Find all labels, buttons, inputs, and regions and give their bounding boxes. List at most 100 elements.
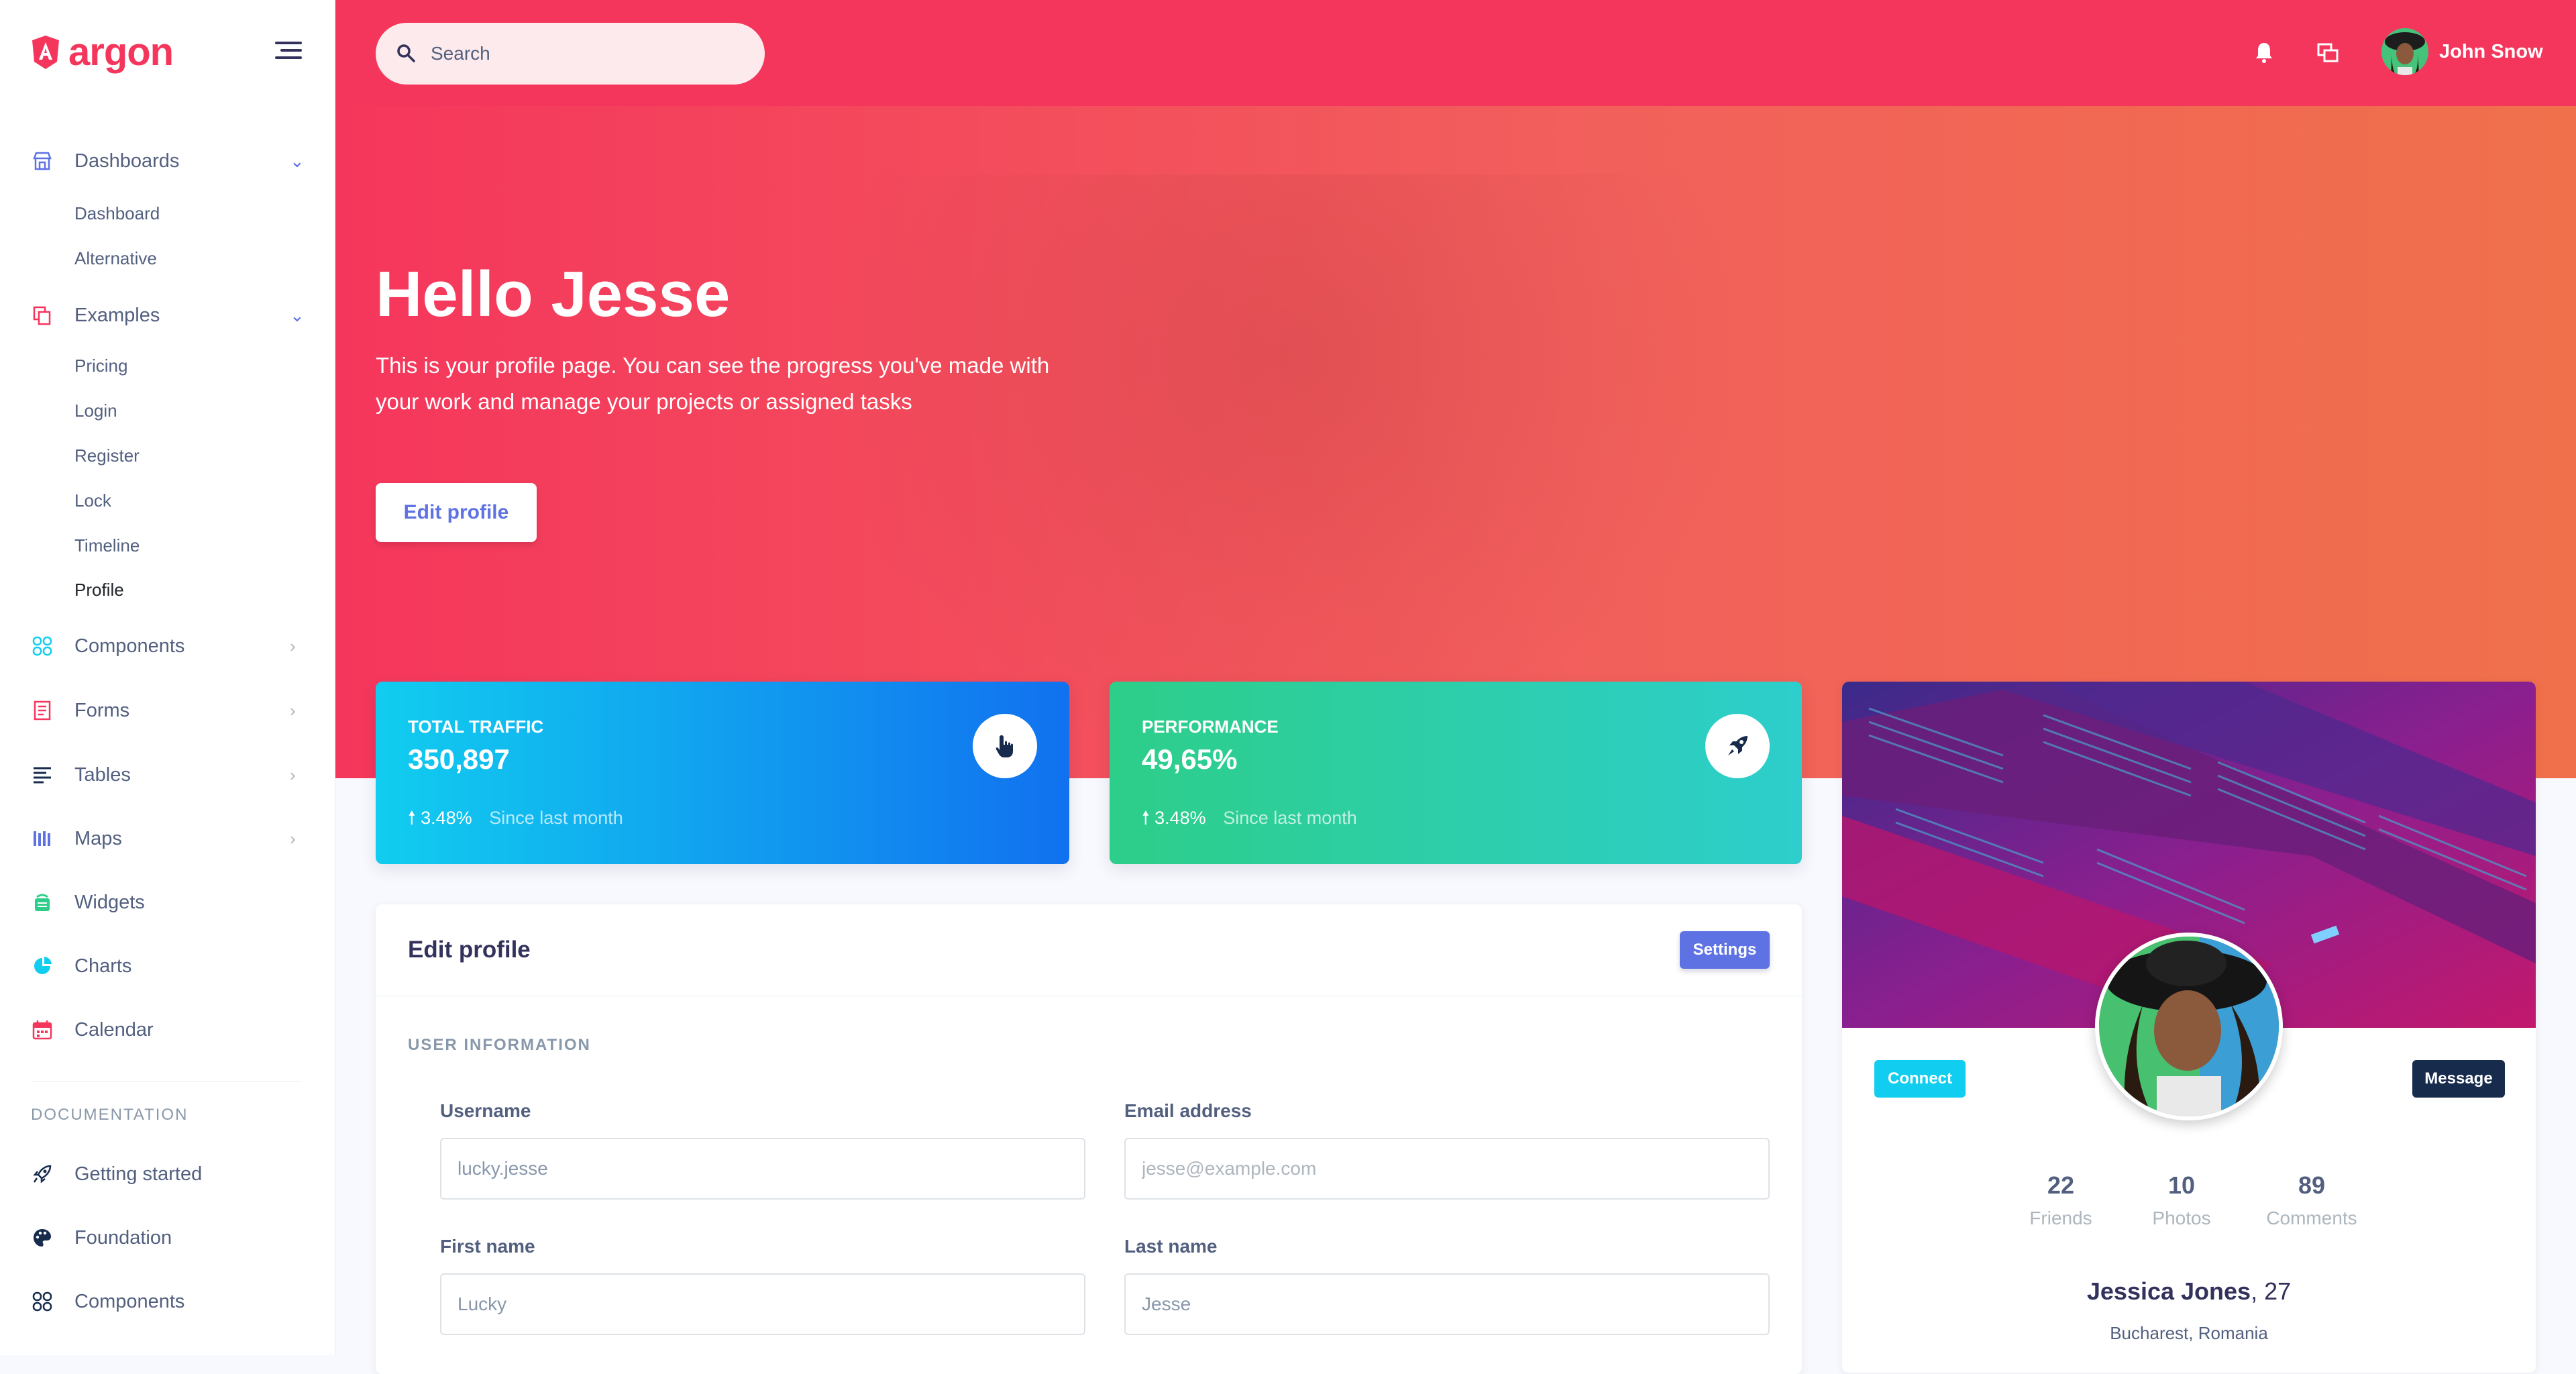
first-name-input[interactable] <box>440 1273 1085 1335</box>
nav-forms[interactable]: Forms › <box>0 687 335 734</box>
nav-doc-components[interactable]: Components <box>0 1278 335 1325</box>
palette-icon <box>31 1226 54 1249</box>
tables-icon <box>31 763 54 786</box>
stat-since: Since last month <box>489 808 623 828</box>
nav-lock[interactable]: Lock <box>74 490 111 511</box>
nav-foundation[interactable]: Foundation <box>0 1214 335 1261</box>
nav-calendar-label: Calendar <box>74 1018 154 1041</box>
ungroup-icon[interactable] <box>2314 39 2341 66</box>
nav-getting-started-label: Getting started <box>74 1163 203 1185</box>
email-label: Email address <box>1124 1100 1252 1121</box>
sidebar-divider <box>31 1081 302 1082</box>
top-navbar: John Snow <box>335 0 2576 106</box>
search-input[interactable] <box>429 36 745 71</box>
hero-description: This is your profile page. You can see t… <box>376 353 1050 414</box>
stat-change: 3.48% <box>421 808 472 828</box>
stat-footer: 🠕 3.48% Since last month <box>1142 805 1357 836</box>
widgets-icon <box>31 891 54 914</box>
components-icon <box>31 635 54 657</box>
profile-stat-photos: 10 Photos <box>2135 1171 2229 1229</box>
chevron-down-icon: ⌄ <box>290 305 305 325</box>
nav-charts-label: Charts <box>74 955 132 977</box>
stat-value: 49,65% <box>1142 743 1238 775</box>
nav-widgets[interactable]: Widgets <box>0 879 335 926</box>
nav-getting-started[interactable]: Getting started <box>0 1151 335 1198</box>
stat-number: 89 <box>2298 1171 2326 1199</box>
nav-alternative[interactable]: Alternative <box>74 248 157 269</box>
stat-footer: 🠕 3.48% Since last month <box>408 805 623 836</box>
profile-name-text: Jessica Jones <box>2086 1277 2251 1305</box>
chevron-down-icon: ⌄ <box>290 150 305 171</box>
connect-button[interactable]: Connect <box>1874 1060 1966 1098</box>
nav-dashboards[interactable]: Dashboards ⌄ <box>0 138 335 184</box>
nav-maps[interactable]: Maps › <box>0 815 335 862</box>
username-input[interactable] <box>440 1138 1085 1200</box>
stat-since: Since last month <box>1223 808 1357 828</box>
arrow-up-icon: 🠕 <box>408 808 416 828</box>
edit-profile-button[interactable]: Edit profile <box>376 483 537 542</box>
brand-logo[interactable]: argon <box>31 30 174 74</box>
nav-calendar[interactable]: Calendar <box>0 1006 335 1053</box>
arrow-up-icon: 🠕 <box>1142 808 1150 828</box>
maps-icon <box>31 827 54 850</box>
email-input[interactable] <box>1124 1138 1770 1200</box>
avatar <box>2381 28 2428 75</box>
nav-doc-components-label: Components <box>74 1290 185 1312</box>
chevron-right-icon: › <box>290 700 296 721</box>
profile-avatar[interactable] <box>2095 933 2283 1120</box>
spaceship-icon <box>1705 714 1770 778</box>
profile-stat-friends: 22 Friends <box>2014 1171 2108 1229</box>
bell-icon[interactable] <box>2251 39 2277 66</box>
chevron-right-icon: › <box>290 764 296 785</box>
stat-number: 10 <box>2167 1171 2196 1199</box>
profile-name: Jessica Jones, 27 <box>1842 1277 2536 1306</box>
search-form[interactable] <box>376 23 765 85</box>
stat-number: 22 <box>2047 1171 2075 1199</box>
nav-forms-label: Forms <box>74 699 130 721</box>
components-icon <box>31 1290 54 1313</box>
brand-name: argon <box>68 30 174 74</box>
stat-title: TOTAL TRAFFIC <box>408 717 544 737</box>
nav-examples[interactable]: Examples ⌄ <box>0 292 335 339</box>
nav-dashboard[interactable]: Dashboard <box>74 203 160 224</box>
nav-login[interactable]: Login <box>74 401 117 421</box>
nav-components-label: Components <box>74 635 185 657</box>
user-menu[interactable]: John Snow <box>2381 28 2543 75</box>
calendar-icon <box>31 1018 54 1041</box>
edit-profile-card: Edit profile Settings USER INFORMATION U… <box>376 904 1802 1374</box>
nav-foundation-label: Foundation <box>74 1226 172 1249</box>
stat-label: Comments <box>2266 1208 2357 1228</box>
stat-card-performance: PERFORMANCE 49,65% 🠕 3.48% Since last mo… <box>1110 682 1802 864</box>
nav-pricing[interactable]: Pricing <box>74 356 127 376</box>
nav-tables[interactable]: Tables › <box>0 751 335 798</box>
stat-title: PERFORMANCE <box>1142 717 1279 737</box>
chevron-right-icon: › <box>290 635 296 656</box>
stat-label: Photos <box>2152 1208 2211 1228</box>
profile-stat-comments: 89 Comments <box>2251 1171 2372 1229</box>
charts-icon <box>31 955 54 977</box>
rocket-icon <box>31 1163 54 1185</box>
nav-register[interactable]: Register <box>74 445 140 466</box>
nav-components[interactable]: Components › <box>0 623 335 670</box>
last-name-input[interactable] <box>1124 1273 1770 1335</box>
nav-profile[interactable]: Profile <box>74 580 124 600</box>
edit-profile-title: Edit profile <box>408 937 531 963</box>
profile-card: Connect Message 22 Friends 10 Photos 89 … <box>1842 682 2536 1373</box>
profile-age: , 27 <box>2251 1277 2292 1305</box>
nav-widgets-label: Widgets <box>74 891 145 913</box>
nav-timeline[interactable]: Timeline <box>74 535 140 556</box>
stat-label: Friends <box>2029 1208 2092 1228</box>
documentation-heading: DOCUMENTATION <box>31 1106 189 1124</box>
stat-card-traffic: TOTAL TRAFFIC 350,897 🠕 3.48% Since last… <box>376 682 1069 864</box>
settings-button[interactable]: Settings <box>1680 931 1770 969</box>
shop-icon <box>31 150 54 172</box>
user-information-heading: USER INFORMATION <box>408 1036 591 1054</box>
page-title: Hello Jesse <box>376 258 731 330</box>
single-copy-icon <box>31 304 54 327</box>
angular-logo-icon <box>32 35 59 69</box>
stat-value: 350,897 <box>408 743 510 775</box>
message-button[interactable]: Message <box>2412 1060 2505 1098</box>
sidenav-toggle-icon[interactable] <box>275 42 302 62</box>
nav-dashboards-label: Dashboards <box>74 150 180 172</box>
nav-charts[interactable]: Charts <box>0 943 335 990</box>
